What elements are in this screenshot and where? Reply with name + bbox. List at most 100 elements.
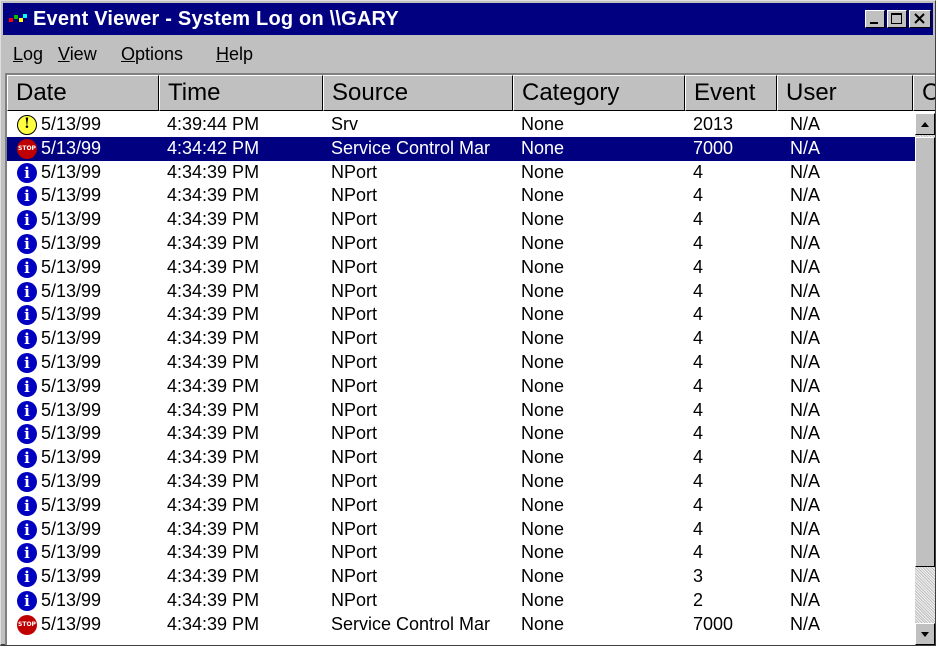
user-cell: N/A [790,137,821,158]
table-row[interactable]: i 5/13/99 4:34:39 PM NPort None 2 N/A [7,589,915,613]
table-row[interactable]: STOP 5/13/99 4:34:39 PM Service Control Mar… [7,613,915,637]
info-icon: i [17,210,37,231]
source-cell: NPort [331,304,378,325]
category-cell: None [521,470,565,491]
info-icon: i [17,471,37,492]
category-cell: None [521,304,565,325]
event-id-cell: 4 [693,351,704,372]
column-header-user[interactable]: User [777,75,913,111]
event-viewer-window: Event Viewer - System Log on \\GARY Log … [0,0,936,646]
date-cell: 5/13/99 [41,423,102,444]
event-id-cell: 4 [693,494,704,515]
menu-help[interactable]: Help [216,43,253,65]
table-row[interactable]: ! 5/13/99 4:39:44 PM Srv None 2013 N/A [7,113,915,137]
source-cell: NPort [331,423,378,444]
time-cell: 4:34:39 PM [167,328,260,349]
table-row[interactable]: i 5/13/99 4:34:39 PM NPort None 4 N/A [7,303,915,327]
event-id-cell: 4 [693,280,704,301]
table-row[interactable]: i 5/13/99 4:34:39 PM NPort None 4 N/A [7,256,915,280]
date-cell: 5/13/99 [41,375,102,396]
menu-view[interactable]: View [58,43,97,65]
date-cell: 5/13/99 [41,470,102,491]
table-row[interactable]: i 5/13/99 4:34:39 PM NPort None 4 N/A [7,494,915,518]
column-header-date[interactable]: Date [7,75,159,111]
source-cell: NPort [331,280,378,301]
user-cell: N/A [790,613,821,634]
scrollbar-thumb[interactable] [915,137,935,567]
table-row[interactable]: i 5/13/99 4:34:39 PM NPort None 3 N/A [7,565,915,589]
scroll-down-button[interactable] [915,623,935,645]
event-list[interactable]: Date Time Source Category Event User C !… [5,73,935,645]
column-header-time[interactable]: Time [159,75,323,111]
time-cell: 4:34:39 PM [167,518,260,539]
source-cell: NPort [331,399,378,420]
menu-options[interactable]: Options [121,43,183,65]
table-row[interactable]: i 5/13/99 4:34:39 PM NPort None 4 N/A [7,184,915,208]
user-cell: N/A [790,114,821,134]
time-cell: 4:34:39 PM [167,566,260,587]
source-cell: NPort [331,328,378,349]
minimize-button[interactable] [865,10,885,28]
time-cell: 4:34:39 PM [167,447,260,468]
source-cell: NPort [331,447,378,468]
user-cell: N/A [790,399,821,420]
table-row[interactable]: i 5/13/99 4:34:39 PM NPort None 4 N/A [7,399,915,423]
event-id-cell: 2013 [693,114,734,134]
source-cell: NPort [331,566,378,587]
category-cell: None [521,280,565,301]
event-id-cell: 3 [693,566,704,587]
source-cell: NPort [331,494,378,515]
category-cell: None [521,542,565,563]
time-cell: 4:34:39 PM [167,589,260,610]
date-cell: 5/13/99 [41,328,102,349]
table-row[interactable]: STOP 5/13/99 4:34:42 PM Service Control Mar… [7,136,915,161]
category-cell: None [521,137,565,158]
event-id-cell: 4 [693,209,704,230]
table-row[interactable]: i 5/13/99 4:34:39 PM NPort None 4 N/A [7,280,915,304]
table-row[interactable]: i 5/13/99 4:34:39 PM NPort None 4 N/A [7,375,915,399]
table-row[interactable]: i 5/13/99 4:34:39 PM NPort None 4 N/A [7,422,915,446]
time-cell: 4:34:39 PM [167,399,260,420]
close-button[interactable] [909,10,931,28]
info-icon: i [17,352,37,373]
table-row[interactable]: i 5/13/99 4:34:39 PM NPort None 4 N/A [7,351,915,375]
event-id-cell: 4 [693,232,704,253]
user-cell: N/A [790,280,821,301]
info-icon: i [17,281,37,302]
table-row[interactable]: i 5/13/99 4:34:39 PM NPort None 4 N/A [7,446,915,470]
date-cell: 5/13/99 [41,304,102,325]
date-cell: 5/13/99 [41,351,102,372]
info-icon: i [17,590,37,611]
time-cell: 4:34:39 PM [167,256,260,277]
event-viewer-app-icon[interactable] [9,12,27,26]
menu-options-mnemonic: O [121,44,136,64]
table-row[interactable]: i 5/13/99 4:34:39 PM NPort None 4 N/A [7,541,915,565]
maximize-button[interactable] [887,10,907,28]
info-icon: i [17,567,37,588]
source-cell: NPort [331,232,378,253]
date-cell: 5/13/99 [41,566,102,587]
table-row[interactable]: i 5/13/99 4:34:39 PM NPort None 4 N/A [7,327,915,351]
column-header-category[interactable]: Category [513,75,685,111]
table-row[interactable]: i 5/13/99 4:34:39 PM NPort None 4 N/A [7,161,915,185]
column-header-source[interactable]: Source [323,75,513,111]
warning-icon: ! [17,115,37,135]
date-cell: 5/13/99 [41,137,102,158]
category-cell: None [521,566,565,587]
source-cell: NPort [331,375,378,396]
table-row[interactable]: i 5/13/99 4:34:39 PM NPort None 4 N/A [7,470,915,494]
table-row[interactable]: i 5/13/99 4:34:39 PM NPort None 4 N/A [7,208,915,232]
category-cell: None [521,423,565,444]
user-cell: N/A [790,304,821,325]
category-cell: None [521,589,565,610]
column-header-event[interactable]: Event [685,75,777,111]
scroll-up-button[interactable] [915,113,935,135]
menu-log[interactable]: Log [13,43,43,65]
title-bar[interactable]: Event Viewer - System Log on \\GARY [3,3,933,35]
table-row[interactable]: i 5/13/99 4:34:39 PM NPort None 4 N/A [7,518,915,542]
event-rows: ! 5/13/99 4:39:44 PM Srv None 2013 N/A STOP 5/13… [7,113,915,637]
column-header-computer[interactable]: C [913,75,935,111]
vertical-scrollbar[interactable] [915,113,935,645]
info-icon: i [17,257,37,278]
table-row[interactable]: i 5/13/99 4:34:39 PM NPort None 4 N/A [7,232,915,256]
